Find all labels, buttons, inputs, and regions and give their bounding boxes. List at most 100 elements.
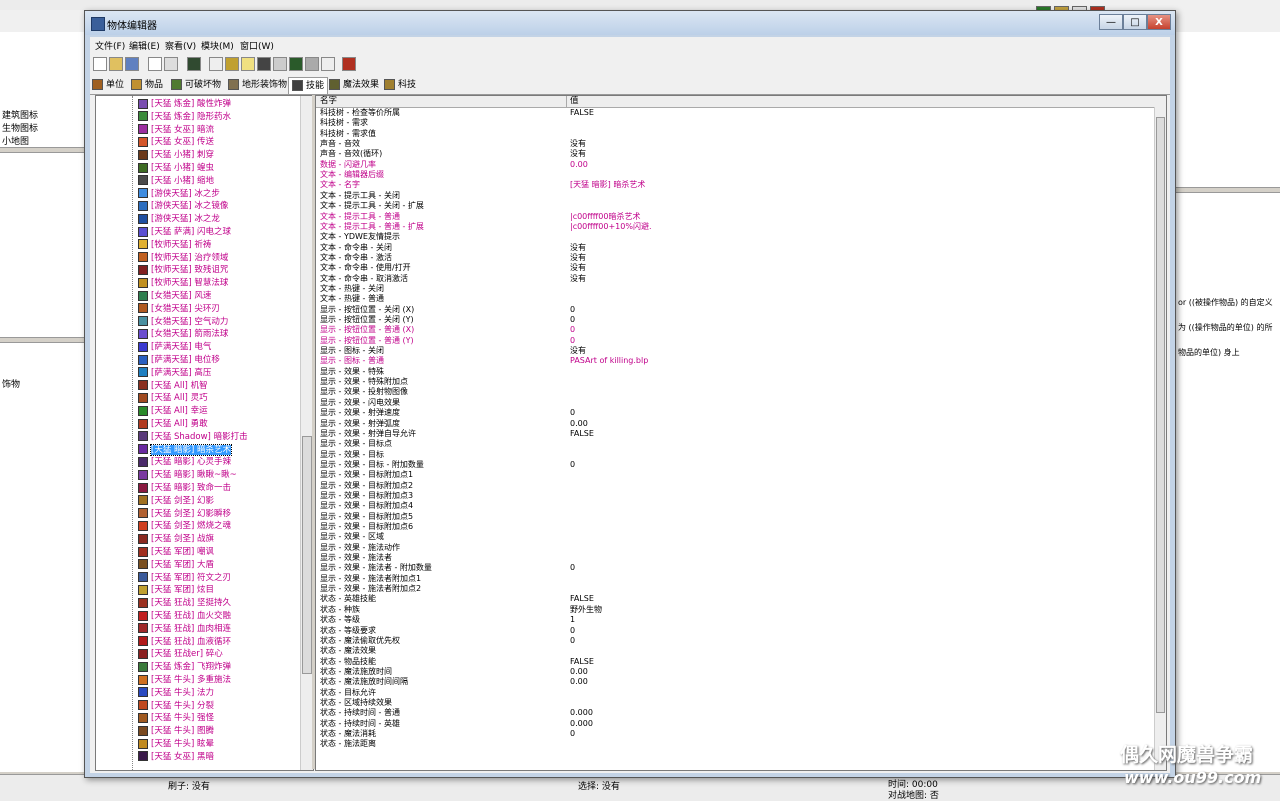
tree-item[interactable]: [天猛 炼金] 酸性炸弹 (138, 98, 231, 110)
property-value[interactable]: 0.00 (570, 419, 588, 429)
property-row[interactable]: 科技树 - 检查等价所属 FALSE (316, 108, 1154, 118)
property-row[interactable]: 声音 - 音效 没有 (316, 139, 1154, 149)
property-row[interactable]: 显示 - 效果 - 施法者附加点1 (316, 574, 1154, 584)
property-row[interactable]: 科技树 - 需求 (316, 118, 1154, 128)
menu-view[interactable]: 察看(V) (165, 39, 196, 52)
column-divider[interactable] (566, 96, 567, 107)
save-icon[interactable] (125, 57, 139, 71)
property-value[interactable]: FALSE (570, 594, 594, 604)
tree-item[interactable]: [天猛 小猪] 蝗虫 (138, 162, 214, 174)
tree-item[interactable]: [天猛 炼金] 飞翔炸弹 (138, 661, 231, 673)
property-row[interactable]: 显示 - 效果 - 特殊 (316, 367, 1154, 377)
tree-item[interactable]: [女猎天猛] 箭雨法球 (138, 328, 228, 340)
tree-item[interactable]: [天猛 小猪] 缩地 (138, 175, 214, 187)
menu-file[interactable]: 文件(F) (95, 39, 125, 52)
property-value[interactable]: 没有 (570, 346, 586, 356)
property-row[interactable]: 状态 - 物品技能 FALSE (316, 657, 1154, 667)
left-splitter[interactable] (0, 147, 86, 153)
property-row[interactable]: 数据 - 闪避几率 0.00 (316, 160, 1154, 170)
paste-icon[interactable] (164, 57, 178, 71)
property-value[interactable]: 没有 (570, 274, 586, 284)
tree-item[interactable]: [天猛 剑圣] 燃烧之魂 (138, 520, 231, 532)
column-name-header[interactable]: 名字 (320, 96, 337, 107)
tree-item[interactable]: [天猛 军团] 符文之刃 (138, 572, 231, 584)
property-row[interactable]: 显示 - 效果 - 投射物图像 (316, 387, 1154, 397)
minimize-button[interactable]: — (1099, 14, 1123, 30)
tree-item[interactable]: [天猛 Shadow] 暗影打击 (138, 431, 248, 443)
menu-edit[interactable]: 编辑(E) (129, 39, 160, 52)
tree-item[interactable]: [天猛 军团] 嘲讽 (138, 546, 214, 558)
property-value[interactable]: 0 (570, 315, 575, 325)
tab-unit[interactable]: 单位 (92, 77, 124, 93)
tree-item[interactable]: [天猛 萨满] 闪电之球 (138, 226, 231, 238)
tree-item[interactable]: [天猛 剑圣] 战旗 (138, 533, 214, 545)
property-value[interactable]: 0 (570, 460, 575, 470)
property-value[interactable]: 1 (570, 615, 575, 625)
tree-item[interactable]: [天猛 军团] 大盾 (138, 559, 214, 571)
property-row[interactable]: 显示 - 效果 - 施法者 - 附加数量 0 (316, 563, 1154, 573)
tree-item[interactable]: [萨满天猛] 电气 (138, 341, 211, 353)
property-row[interactable]: 显示 - 效果 - 目标 - 附加数量 0 (316, 460, 1154, 470)
tree-item[interactable]: [天猛 狂战] 血液循环 (138, 636, 231, 648)
property-row[interactable]: 状态 - 等级要求 0 (316, 626, 1154, 636)
property-value[interactable]: FALSE (570, 429, 594, 439)
property-row[interactable]: 文本 - 命令串 - 激活 没有 (316, 253, 1154, 263)
property-row[interactable]: 状态 - 等级 1 (316, 615, 1154, 625)
property-row[interactable]: 显示 - 效果 - 目标 (316, 450, 1154, 460)
property-value[interactable]: 0 (570, 636, 575, 646)
property-row[interactable]: 声音 - 音效(循环) 没有 (316, 149, 1154, 159)
tree-item[interactable]: [牧师天猛] 智慧法球 (138, 277, 228, 289)
property-value[interactable]: 0 (570, 563, 575, 573)
tab-upgrade[interactable]: 科技 (384, 77, 416, 93)
property-value[interactable]: 0.00 (570, 677, 588, 687)
tree-item[interactable]: [牧师天猛] 祈祷 (138, 239, 211, 251)
tree-scroll-thumb[interactable] (302, 436, 312, 674)
property-row[interactable]: 显示 - 图标 - 普通 PASArt of killing.blp (316, 356, 1154, 366)
property-value[interactable]: 没有 (570, 243, 586, 253)
document-icon[interactable] (321, 57, 335, 71)
property-value[interactable]: 0.000 (570, 719, 593, 729)
property-row[interactable]: 文本 - 名字 [天猛 暗影] 暗杀艺术 (316, 180, 1154, 190)
tree-item[interactable]: [萨满天猛] 高压 (138, 367, 211, 379)
tree-item[interactable]: [天猛 All] 机智 (138, 380, 208, 392)
property-value[interactable]: |c00ffff00暗杀艺术 (570, 212, 640, 222)
tree-item[interactable]: [天猛 All] 勇敢 (138, 418, 208, 430)
property-row[interactable]: 显示 - 效果 - 射弹速度 0 (316, 408, 1154, 418)
property-row[interactable]: 科技树 - 需求值 (316, 129, 1154, 139)
tab-item[interactable]: 物品 (131, 77, 163, 93)
tree-item[interactable]: [游侠天猛] 冰之步 (138, 188, 220, 200)
keyboard-icon[interactable] (273, 57, 287, 71)
property-row[interactable]: 状态 - 魔法偷取优先权 0 (316, 636, 1154, 646)
property-row[interactable]: 显示 - 效果 - 射弹自导允许 FALSE (316, 429, 1154, 439)
property-value[interactable]: |c00ffff00+10%闪避. (570, 222, 652, 232)
tree-item[interactable]: [天猛 剑圣] 幻影 (138, 495, 214, 507)
object-icon[interactable] (305, 57, 319, 71)
property-row[interactable]: 状态 - 区域持续效果 (316, 698, 1154, 708)
property-value[interactable]: 0 (570, 408, 575, 418)
tree-item[interactable]: [天猛 暗影] 暗杀艺术 (138, 443, 233, 456)
tree-item[interactable]: [天猛 女巫] 传送 (138, 136, 214, 148)
property-value[interactable]: 野外生物 (570, 605, 602, 615)
property-row[interactable]: 显示 - 按钮位置 - 普通 (Y) 0 (316, 336, 1154, 346)
property-value[interactable]: PASArt of killing.blp (570, 356, 648, 366)
tab-doodad[interactable]: 地形装饰物 (228, 77, 287, 93)
tree-item[interactable]: [女猎天猛] 尖环刃 (138, 303, 220, 315)
property-row[interactable]: 显示 - 效果 - 射弹弧度 0.00 (316, 419, 1154, 429)
tree-item[interactable]: [天猛 暗影] 心灵手辣 (138, 456, 231, 468)
property-row[interactable]: 显示 - 按钮位置 - 关闭 (X) 0 (316, 305, 1154, 315)
tree-item[interactable]: [天猛 军团] 炫目 (138, 584, 214, 596)
property-row[interactable]: 显示 - 效果 - 目标点 (316, 439, 1154, 449)
tree-item[interactable]: [天猛 炼金] 隐形药水 (138, 111, 231, 123)
tree-item[interactable]: [天猛 狂战] 坚挺持久 (138, 597, 231, 609)
property-value[interactable]: 没有 (570, 253, 586, 263)
tree-item[interactable]: [天猛 狂战] 血火交融 (138, 610, 231, 622)
property-value[interactable]: 没有 (570, 263, 586, 273)
property-row[interactable]: 文本 - 提示工具 - 普通 |c00ffff00暗杀艺术 (316, 212, 1154, 222)
property-value[interactable]: 0.00 (570, 667, 588, 677)
close-button[interactable]: X (1147, 14, 1171, 30)
property-row[interactable]: 状态 - 持续时间 - 英雄 0.000 (316, 719, 1154, 729)
tree-item[interactable]: [游侠天猛] 冰之龙 (138, 213, 220, 225)
tab-destructible[interactable]: 可破坏物 (171, 77, 221, 93)
property-row[interactable]: 文本 - 提示工具 - 普通 - 扩展 |c00ffff00+10%闪避. (316, 222, 1154, 232)
tree-item[interactable]: [女猎天猛] 风速 (138, 290, 211, 302)
